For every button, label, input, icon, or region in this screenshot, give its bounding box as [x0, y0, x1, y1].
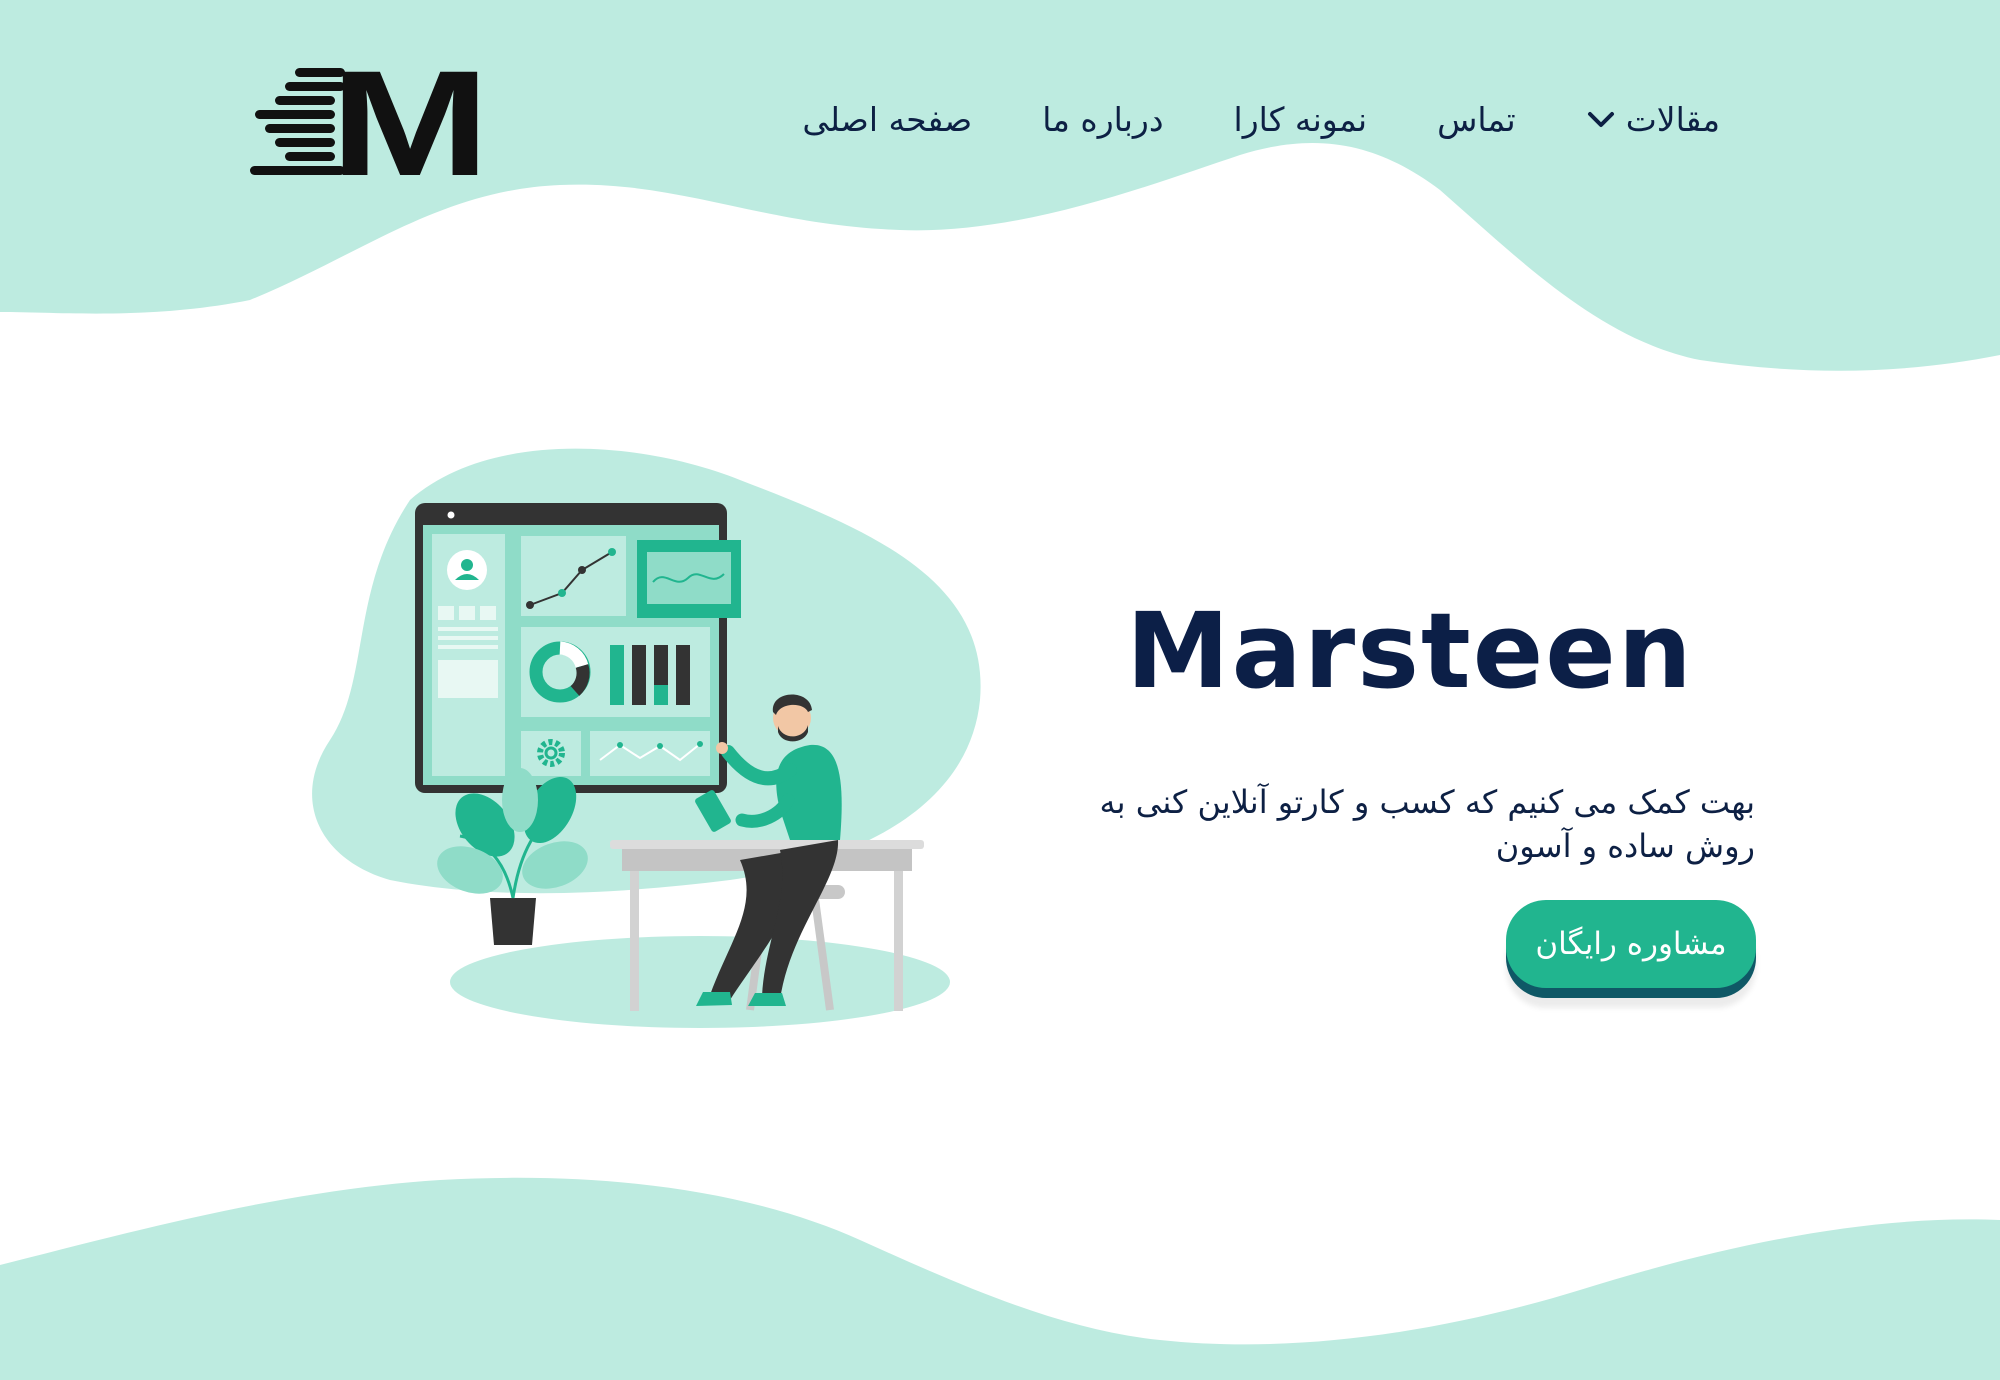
- analytics-dashboard-illustration: [312, 448, 981, 1028]
- bottom-wave: [0, 1177, 2000, 1380]
- top-wave: [0, 0, 2000, 371]
- chevron-down-icon: [1587, 111, 1614, 127]
- nav-item-articles[interactable]: مقالات: [1586, 100, 1720, 139]
- logo[interactable]: M: [250, 39, 490, 207]
- free-consultation-button[interactable]: مشاوره رایگان: [1506, 900, 1756, 988]
- main-nav: صفحه اصلی درباره ما نمونه کارا تماس مقال…: [802, 100, 1720, 139]
- hero-title: Marsteen: [1126, 590, 1694, 712]
- nav-item-contact[interactable]: تماس: [1437, 100, 1516, 139]
- nav-item-portfolio[interactable]: نمونه کارا: [1234, 100, 1368, 139]
- logo-icon: M: [250, 39, 490, 207]
- monitor: [415, 503, 741, 793]
- nav-label: مقالات: [1625, 100, 1720, 139]
- background-waves: [0, 0, 2000, 1380]
- floor-ellipse: [450, 936, 950, 1028]
- nav-label: صفحه اصلی: [802, 100, 973, 139]
- nav-item-about[interactable]: درباره ما: [1042, 100, 1163, 139]
- cta-label: مشاوره رایگان: [1535, 926, 1727, 962]
- svg-text:M: M: [330, 62, 490, 182]
- nav-label: نمونه کارا: [1233, 100, 1368, 139]
- nav-item-home[interactable]: صفحه اصلی: [802, 100, 972, 139]
- hero-description: بهت کمک می کنیم که کسب و کارتو آنلاین کن…: [1099, 783, 1755, 865]
- nav-label: تماس: [1437, 100, 1516, 139]
- nav-label: درباره ما: [1042, 100, 1164, 139]
